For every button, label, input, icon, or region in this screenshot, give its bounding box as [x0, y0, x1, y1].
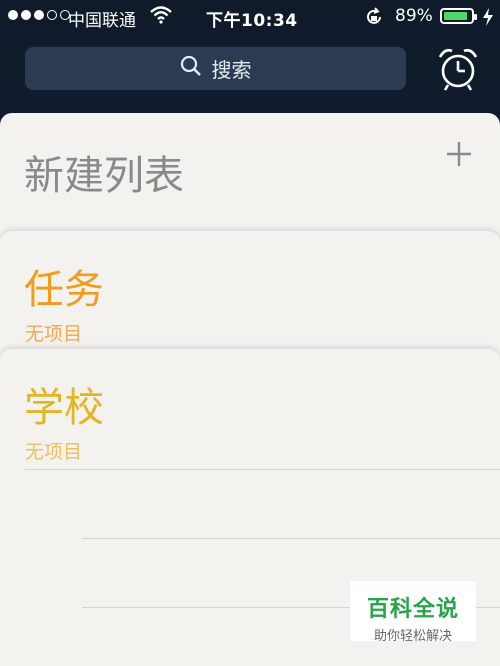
add-list-icon[interactable]: [446, 141, 472, 167]
charging-icon: [482, 7, 494, 32]
carrier-name: 中国联通: [68, 11, 136, 31]
list-title: 学校: [24, 385, 104, 431]
signal-strength-icon: [8, 10, 70, 20]
status-time: 下午10:34: [206, 11, 298, 31]
search-icon: [180, 55, 202, 82]
wifi-icon: [150, 6, 172, 29]
list-title: 任务: [24, 267, 104, 313]
list-count: 无项目: [25, 323, 83, 345]
battery-percent: 89%: [395, 6, 433, 26]
divider: [25, 469, 500, 470]
list-count: 无项目: [25, 441, 83, 463]
divider: [82, 538, 500, 539]
new-list-title: 新建列表: [24, 153, 184, 199]
search-bar[interactable]: 搜索: [25, 47, 406, 90]
search-label: 搜索: [211, 58, 252, 82]
watermark-logo: 百科全说 助你轻松解决: [350, 581, 476, 644]
alarm-clock-icon[interactable]: [436, 45, 480, 93]
orientation-lock-icon: [364, 7, 384, 32]
status-bar: 中国联通 下午10:34 89%: [0, 0, 500, 34]
watermark-subtitle: 助你轻松解决: [373, 629, 452, 644]
watermark-title: 百科全说: [366, 597, 459, 622]
battery-icon: [440, 8, 477, 24]
